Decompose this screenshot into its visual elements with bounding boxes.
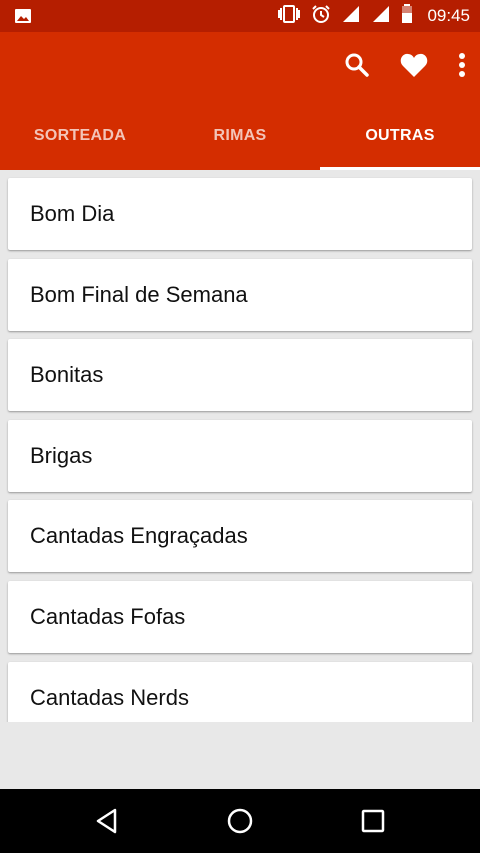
alarm-icon [311, 4, 331, 29]
list-item-label: Cantadas Engraçadas [30, 523, 248, 548]
tab-bar: SORTEADA RIMAS OUTRAS [0, 128, 480, 170]
status-time: 09:45 [427, 6, 470, 25]
list-item-label: Cantadas Fofas [30, 604, 186, 629]
battery-icon [401, 3, 413, 29]
toolbar-actions [344, 52, 466, 83]
tab-outras[interactable]: OUTRAS [320, 128, 480, 170]
list-item-label: Bom Final de Semana [30, 282, 248, 307]
list-item[interactable]: Brigas [8, 420, 472, 492]
signal-icon [341, 4, 361, 29]
favorite-heart-icon[interactable] [400, 52, 428, 83]
home-icon[interactable] [226, 807, 254, 835]
vibrate-icon [277, 4, 301, 29]
signal-icon [371, 4, 391, 29]
status-bar: 09:45 [0, 0, 480, 32]
list-item[interactable]: Cantadas Engraçadas [8, 500, 472, 572]
image-notification-icon [14, 7, 32, 30]
list-item[interactable]: Bom Dia [8, 178, 472, 250]
list-item-label: Cantadas Nerds [30, 685, 189, 710]
list-item[interactable]: Bonitas [8, 339, 472, 411]
list-item[interactable]: Cantadas Fofas [8, 581, 472, 653]
more-vert-icon[interactable] [458, 52, 466, 83]
list-item[interactable]: Bom Final de Semana [8, 259, 472, 331]
list-item-label: Brigas [30, 443, 93, 468]
back-icon[interactable] [93, 807, 121, 835]
system-nav-bar [0, 789, 480, 853]
app-bar: SORTEADA RIMAS OUTRAS [0, 32, 480, 170]
category-list[interactable]: Bom Dia Bom Final de Semana Bonitas Brig… [0, 170, 480, 722]
list-item[interactable]: Cantadas Nerds [8, 662, 472, 722]
list-item-label: Bom Dia [30, 201, 115, 226]
list-item-label: Bonitas [30, 362, 104, 387]
tab-sorteada[interactable]: SORTEADA [0, 128, 160, 170]
tab-rimas[interactable]: RIMAS [160, 128, 320, 170]
search-icon[interactable] [344, 52, 370, 83]
recents-icon[interactable] [359, 807, 387, 835]
